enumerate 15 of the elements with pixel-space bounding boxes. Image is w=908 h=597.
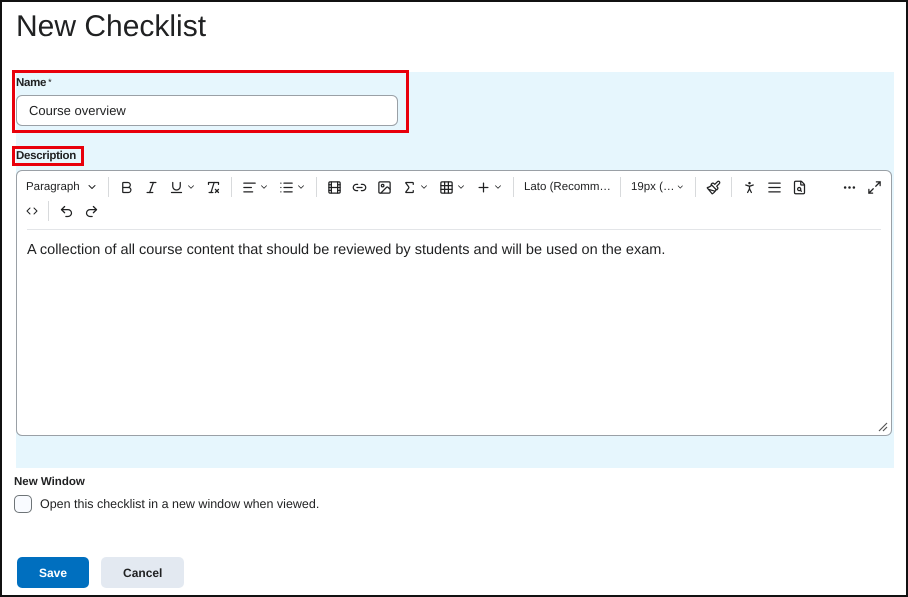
name-input[interactable]: Course overview [16, 95, 398, 126]
field-label: Name * [16, 77, 52, 89]
cancel-button[interactable]: Cancel [101, 557, 184, 588]
resize-handle-icon[interactable] [878, 422, 888, 432]
page-title: New Checklist [16, 10, 208, 45]
checkbox[interactable] [14, 495, 32, 513]
save-button[interactable]: Save [17, 557, 90, 588]
section-label: New Window [14, 476, 86, 488]
size-dropdown[interactable]: 19px (… [628, 179, 688, 195]
rich-text-editor[interactable]: Paragraph Lato (Recomm… 19px (… A collection of all course content that should be reviewed by students and will be used on the exam. [16, 170, 892, 436]
description-text: A collection of all course content that should be reviewed by students and will be used on the exam. [27, 229, 881, 435]
checkbox-label: Open this checklist in a new window when viewed. [40, 497, 320, 511]
block-format-dropdown[interactable]: Paragraph [23, 179, 101, 195]
font-dropdown[interactable]: Lato (Recomm… [521, 179, 613, 195]
field-label: Description [16, 150, 76, 162]
